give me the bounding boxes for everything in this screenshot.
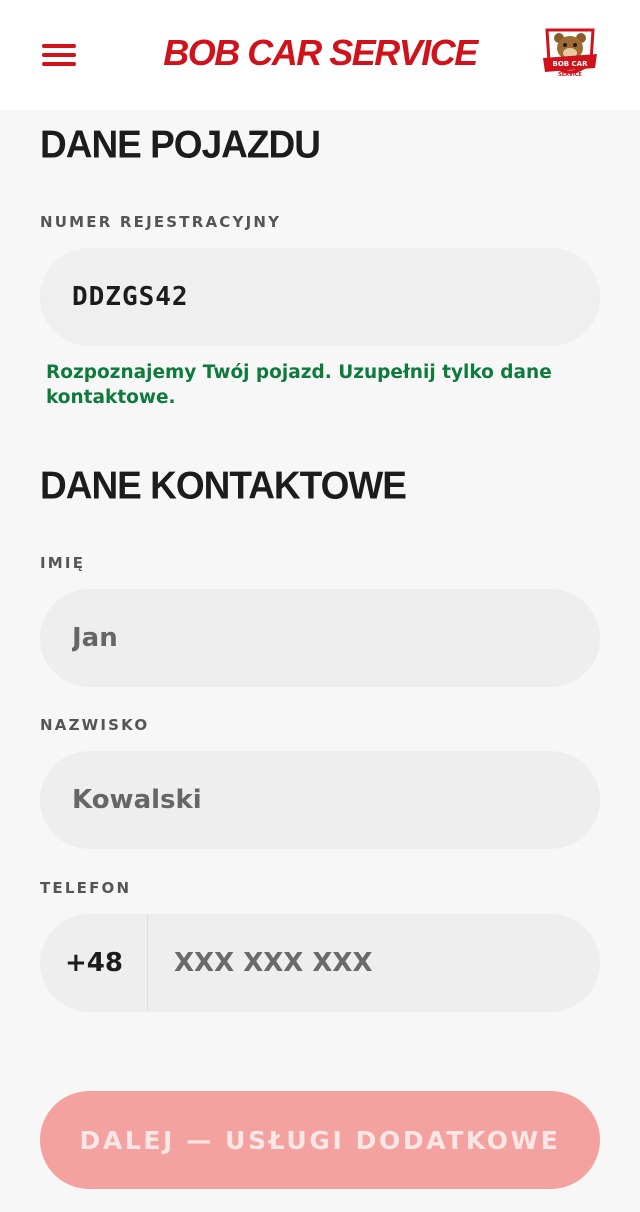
- svg-text:BOB CAR: BOB CAR: [552, 60, 588, 68]
- svg-text:SERVICE: SERVICE: [558, 72, 582, 78]
- next-additional-services-button[interactable]: DALEJ — USŁUGI DODATKOWE: [40, 1091, 600, 1189]
- first-name-input[interactable]: [40, 589, 600, 687]
- vehicle-section-title: DANE POJAZDU: [40, 122, 321, 166]
- bob-car-service-logo-icon[interactable]: BOB CAR SERVICE: [541, 24, 599, 84]
- phone-field: +48: [40, 914, 600, 1012]
- last-name-input[interactable]: [40, 751, 600, 849]
- phone-input[interactable]: [148, 914, 600, 1012]
- first-name-label: IMIĘ: [40, 554, 86, 572]
- plate-label: NUMER REJESTRACYJNY: [40, 213, 282, 231]
- plate-input[interactable]: [40, 248, 600, 346]
- vehicle-recognized-hint: Rozpoznajemy Twój pojazd. Uzupełnij tylk…: [46, 362, 552, 408]
- phone-prefix[interactable]: +48: [40, 914, 148, 1012]
- last-name-label: NAZWISKO: [40, 716, 150, 734]
- app-header: BOB CAR SERVICE BOB CAR SERVICE: [0, 0, 640, 110]
- contact-section-title: DANE KONTAKTOWE: [40, 463, 407, 507]
- phone-label: TELEFON: [40, 879, 132, 897]
